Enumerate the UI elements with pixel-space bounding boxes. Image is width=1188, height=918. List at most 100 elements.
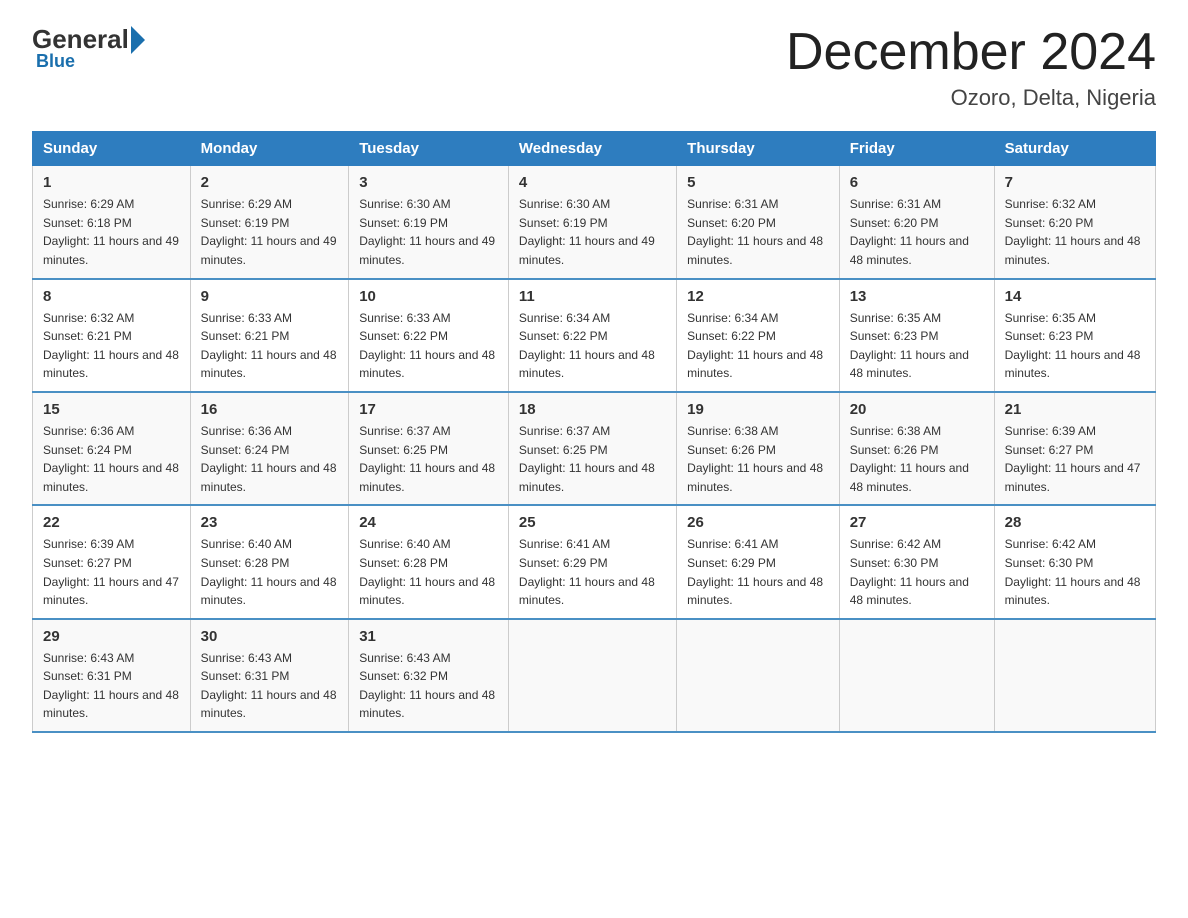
day-number: 23	[201, 514, 339, 531]
day-number: 9	[201, 288, 339, 305]
day-number: 26	[687, 514, 829, 531]
day-info: Sunrise: 6:30 AMSunset: 6:19 PMDaylight:…	[519, 197, 655, 267]
calendar-cell: 11 Sunrise: 6:34 AMSunset: 6:22 PMDaylig…	[508, 279, 676, 392]
location: Ozoro, Delta, Nigeria	[786, 85, 1156, 111]
calendar-header: SundayMondayTuesdayWednesdayThursdayFrid…	[33, 132, 1156, 166]
calendar-cell	[677, 619, 840, 732]
day-info: Sunrise: 6:35 AMSunset: 6:23 PMDaylight:…	[850, 311, 969, 381]
calendar-cell: 13 Sunrise: 6:35 AMSunset: 6:23 PMDaylig…	[839, 279, 994, 392]
calendar-cell: 1 Sunrise: 6:29 AMSunset: 6:18 PMDayligh…	[33, 166, 191, 279]
day-number: 11	[519, 288, 666, 305]
day-number: 25	[519, 514, 666, 531]
day-number: 16	[201, 401, 339, 418]
day-info: Sunrise: 6:32 AMSunset: 6:20 PMDaylight:…	[1005, 197, 1141, 267]
calendar-cell: 6 Sunrise: 6:31 AMSunset: 6:20 PMDayligh…	[839, 166, 994, 279]
day-number: 22	[43, 514, 180, 531]
calendar-cell: 10 Sunrise: 6:33 AMSunset: 6:22 PMDaylig…	[349, 279, 509, 392]
calendar-cell: 15 Sunrise: 6:36 AMSunset: 6:24 PMDaylig…	[33, 392, 191, 505]
calendar-cell	[994, 619, 1155, 732]
calendar-cell: 27 Sunrise: 6:42 AMSunset: 6:30 PMDaylig…	[839, 505, 994, 618]
calendar-cell	[839, 619, 994, 732]
logo-arrow-icon	[131, 26, 145, 54]
day-info: Sunrise: 6:43 AMSunset: 6:31 PMDaylight:…	[43, 651, 179, 721]
calendar-cell: 18 Sunrise: 6:37 AMSunset: 6:25 PMDaylig…	[508, 392, 676, 505]
header-monday: Monday	[190, 132, 349, 166]
header-friday: Friday	[839, 132, 994, 166]
calendar-cell: 29 Sunrise: 6:43 AMSunset: 6:31 PMDaylig…	[33, 619, 191, 732]
day-info: Sunrise: 6:36 AMSunset: 6:24 PMDaylight:…	[201, 424, 337, 494]
calendar-cell: 16 Sunrise: 6:36 AMSunset: 6:24 PMDaylig…	[190, 392, 349, 505]
day-number: 17	[359, 401, 498, 418]
day-info: Sunrise: 6:31 AMSunset: 6:20 PMDaylight:…	[687, 197, 823, 267]
calendar-cell: 12 Sunrise: 6:34 AMSunset: 6:22 PMDaylig…	[677, 279, 840, 392]
calendar-cell: 8 Sunrise: 6:32 AMSunset: 6:21 PMDayligh…	[33, 279, 191, 392]
day-info: Sunrise: 6:32 AMSunset: 6:21 PMDaylight:…	[43, 311, 179, 381]
calendar-cell: 7 Sunrise: 6:32 AMSunset: 6:20 PMDayligh…	[994, 166, 1155, 279]
calendar-cell: 17 Sunrise: 6:37 AMSunset: 6:25 PMDaylig…	[349, 392, 509, 505]
day-info: Sunrise: 6:39 AMSunset: 6:27 PMDaylight:…	[1005, 424, 1141, 494]
calendar-cell: 2 Sunrise: 6:29 AMSunset: 6:19 PMDayligh…	[190, 166, 349, 279]
day-number: 1	[43, 174, 180, 191]
day-info: Sunrise: 6:42 AMSunset: 6:30 PMDaylight:…	[1005, 537, 1141, 607]
calendar-cell: 30 Sunrise: 6:43 AMSunset: 6:31 PMDaylig…	[190, 619, 349, 732]
day-info: Sunrise: 6:37 AMSunset: 6:25 PMDaylight:…	[519, 424, 655, 494]
day-number: 21	[1005, 401, 1145, 418]
day-number: 24	[359, 514, 498, 531]
day-number: 29	[43, 628, 180, 645]
week-row-2: 8 Sunrise: 6:32 AMSunset: 6:21 PMDayligh…	[33, 279, 1156, 392]
day-info: Sunrise: 6:41 AMSunset: 6:29 PMDaylight:…	[519, 537, 655, 607]
day-info: Sunrise: 6:38 AMSunset: 6:26 PMDaylight:…	[687, 424, 823, 494]
header-wednesday: Wednesday	[508, 132, 676, 166]
calendar-cell: 25 Sunrise: 6:41 AMSunset: 6:29 PMDaylig…	[508, 505, 676, 618]
day-info: Sunrise: 6:31 AMSunset: 6:20 PMDaylight:…	[850, 197, 969, 267]
day-number: 2	[201, 174, 339, 191]
week-row-3: 15 Sunrise: 6:36 AMSunset: 6:24 PMDaylig…	[33, 392, 1156, 505]
day-info: Sunrise: 6:40 AMSunset: 6:28 PMDaylight:…	[201, 537, 337, 607]
calendar-cell: 20 Sunrise: 6:38 AMSunset: 6:26 PMDaylig…	[839, 392, 994, 505]
day-info: Sunrise: 6:39 AMSunset: 6:27 PMDaylight:…	[43, 537, 179, 607]
day-info: Sunrise: 6:35 AMSunset: 6:23 PMDaylight:…	[1005, 311, 1141, 381]
week-row-1: 1 Sunrise: 6:29 AMSunset: 6:18 PMDayligh…	[33, 166, 1156, 279]
day-number: 20	[850, 401, 984, 418]
calendar-cell: 28 Sunrise: 6:42 AMSunset: 6:30 PMDaylig…	[994, 505, 1155, 618]
day-number: 8	[43, 288, 180, 305]
day-number: 31	[359, 628, 498, 645]
header-tuesday: Tuesday	[349, 132, 509, 166]
week-row-4: 22 Sunrise: 6:39 AMSunset: 6:27 PMDaylig…	[33, 505, 1156, 618]
day-info: Sunrise: 6:40 AMSunset: 6:28 PMDaylight:…	[359, 537, 495, 607]
day-number: 28	[1005, 514, 1145, 531]
day-number: 12	[687, 288, 829, 305]
day-number: 27	[850, 514, 984, 531]
day-number: 30	[201, 628, 339, 645]
header-thursday: Thursday	[677, 132, 840, 166]
day-info: Sunrise: 6:43 AMSunset: 6:31 PMDaylight:…	[201, 651, 337, 721]
calendar-cell: 14 Sunrise: 6:35 AMSunset: 6:23 PMDaylig…	[994, 279, 1155, 392]
day-number: 13	[850, 288, 984, 305]
day-info: Sunrise: 6:41 AMSunset: 6:29 PMDaylight:…	[687, 537, 823, 607]
page-header: General Blue December 2024 Ozoro, Delta,…	[32, 24, 1156, 111]
day-number: 18	[519, 401, 666, 418]
title-block: December 2024 Ozoro, Delta, Nigeria	[786, 24, 1156, 111]
calendar-cell: 9 Sunrise: 6:33 AMSunset: 6:21 PMDayligh…	[190, 279, 349, 392]
day-number: 7	[1005, 174, 1145, 191]
day-number: 10	[359, 288, 498, 305]
header-row: SundayMondayTuesdayWednesdayThursdayFrid…	[33, 132, 1156, 166]
day-info: Sunrise: 6:29 AMSunset: 6:18 PMDaylight:…	[43, 197, 179, 267]
logo-blue: Blue	[36, 51, 75, 72]
calendar-cell	[508, 619, 676, 732]
calendar-cell: 22 Sunrise: 6:39 AMSunset: 6:27 PMDaylig…	[33, 505, 191, 618]
day-info: Sunrise: 6:30 AMSunset: 6:19 PMDaylight:…	[359, 197, 495, 267]
day-info: Sunrise: 6:42 AMSunset: 6:30 PMDaylight:…	[850, 537, 969, 607]
calendar-cell: 31 Sunrise: 6:43 AMSunset: 6:32 PMDaylig…	[349, 619, 509, 732]
day-info: Sunrise: 6:37 AMSunset: 6:25 PMDaylight:…	[359, 424, 495, 494]
calendar-cell: 19 Sunrise: 6:38 AMSunset: 6:26 PMDaylig…	[677, 392, 840, 505]
day-number: 6	[850, 174, 984, 191]
header-saturday: Saturday	[994, 132, 1155, 166]
day-number: 15	[43, 401, 180, 418]
calendar-cell: 4 Sunrise: 6:30 AMSunset: 6:19 PMDayligh…	[508, 166, 676, 279]
month-title: December 2024	[786, 24, 1156, 81]
day-info: Sunrise: 6:29 AMSunset: 6:19 PMDaylight:…	[201, 197, 337, 267]
calendar-cell: 26 Sunrise: 6:41 AMSunset: 6:29 PMDaylig…	[677, 505, 840, 618]
calendar-cell: 5 Sunrise: 6:31 AMSunset: 6:20 PMDayligh…	[677, 166, 840, 279]
day-info: Sunrise: 6:34 AMSunset: 6:22 PMDaylight:…	[519, 311, 655, 381]
